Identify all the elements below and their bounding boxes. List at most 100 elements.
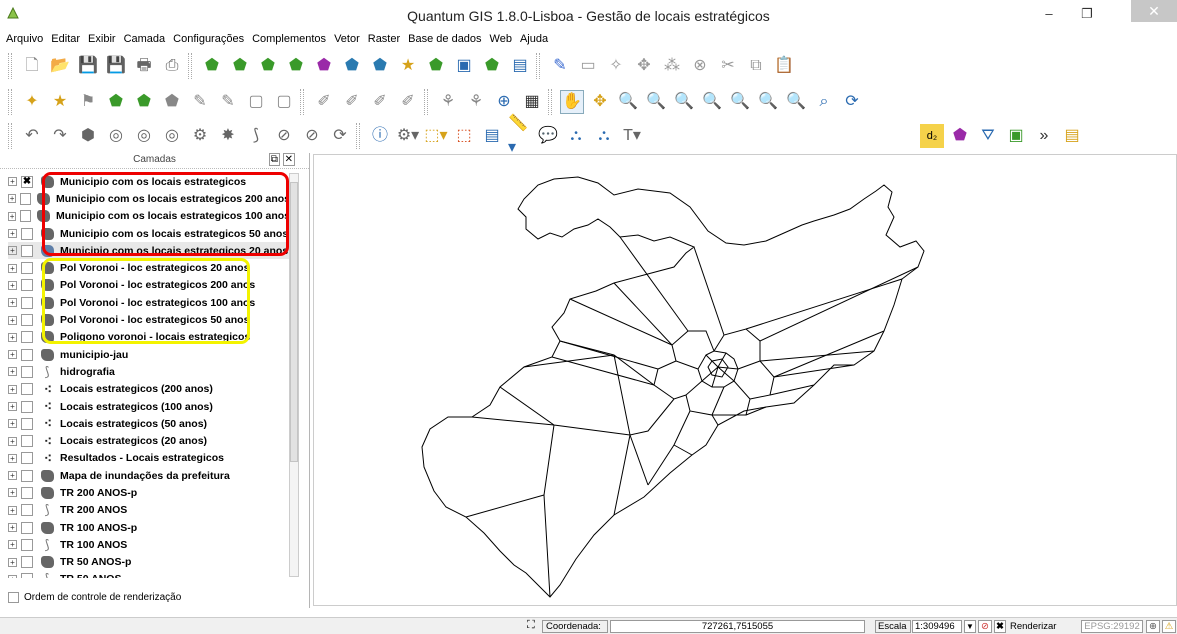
paste-features-icon[interactable]: 📋 [772,54,796,78]
run-action-icon[interactable]: ⚙▾ [396,124,420,148]
plugin-j-icon[interactable]: ▢ [272,90,296,114]
layer-item[interactable]: + ⟆ hidrografia [8,363,290,380]
layer-item[interactable]: + ⟆ TR 100 ANOS [8,536,290,553]
layer-visibility-checkbox[interactable] [21,452,33,465]
expand-layer-icon[interactable]: + [8,350,17,360]
layer-item[interactable]: + Mapa de inundações da prefeitura [8,467,290,484]
epsg-button[interactable]: EPSG:29192 [1081,620,1143,633]
d2-plugin-icon[interactable]: d₂ [920,124,944,148]
expand-layer-icon[interactable]: + [8,367,17,377]
layer-visibility-checkbox[interactable] [21,435,33,448]
new-shapefile-icon[interactable]: ▣ [452,54,476,78]
query-icon[interactable]: ⛛ [976,124,1000,148]
toolbar-handle[interactable] [356,123,360,149]
refresh-icon[interactable]: ⟳ [840,90,864,114]
add-part-icon[interactable]: ◎ [132,124,156,148]
scale-field[interactable]: 1:309496 [912,620,962,633]
scale-dropdown-icon[interactable]: ▼ [964,620,976,633]
warning-icon[interactable]: ⚠ [1162,620,1176,633]
map-tips-icon[interactable]: 💬 [536,124,560,148]
add-raster-layer-icon[interactable]: ⬟ [228,54,252,78]
zoom-actual-size-icon[interactable]: 🔍 [756,90,780,114]
messages-icon[interactable]: ⊕ [1146,620,1160,633]
menu-vetor[interactable]: Vetor [334,30,360,48]
layer-item[interactable]: + ⁖ Locais estrategicos (20 anos) [8,432,290,449]
plugin-e-icon[interactable]: ⬟ [132,90,156,114]
plugin-f-icon[interactable]: ⬟ [160,90,184,114]
new-spatialite-icon[interactable]: ⬟ [480,54,504,78]
menu-exibir[interactable]: Exibir [88,30,116,48]
layer-item[interactable]: + ⟆ TR 50 ANOS [8,571,290,578]
new-project-icon[interactable]: 🗋 [20,54,44,78]
layer-visibility-checkbox[interactable] [21,227,33,240]
expand-layer-icon[interactable]: + [8,332,17,342]
menu-raster[interactable]: Raster [368,30,400,48]
zoom-out-icon[interactable]: 🔍 [644,90,668,114]
save-as-icon[interactable]: 💾 [104,54,128,78]
expand-layer-icon[interactable]: + [8,488,17,498]
layer-item[interactable]: + TR 100 ANOS-p [8,519,290,536]
expand-layer-icon[interactable]: + [8,419,17,429]
expand-layer-icon[interactable]: + [8,315,17,325]
node-tool-icon[interactable]: ⁂ [660,54,684,78]
measure-icon[interactable]: 📏▾ [508,115,532,156]
cut-features-icon[interactable]: ✂ [716,54,740,78]
add-vector-layer-icon[interactable]: ⬟ [200,54,224,78]
layers-scrollbar[interactable] [289,173,299,577]
toolbar-handle[interactable] [8,123,12,149]
toolbar-handle[interactable] [424,89,428,115]
minimize-button[interactable]: ‒ [1039,4,1059,24]
add-wcs-layer-icon[interactable]: ⬟ [368,54,392,78]
globe-icon[interactable]: ⊕ [492,90,516,114]
raster-calc-icon[interactable]: ▦ [520,90,544,114]
add-postgis-layer-icon[interactable]: ⬟ [256,54,280,78]
layer-item[interactable]: + ⁖ Resultados - Locais estrategicos [8,450,290,467]
menu-camada[interactable]: Camada [124,30,166,48]
add-delimited-layer-icon[interactable]: ⬟ [424,54,448,78]
layer-visibility-checkbox[interactable] [21,486,33,499]
plugin-b-icon[interactable]: ★ [48,90,72,114]
expand-layer-icon[interactable]: + [8,453,17,463]
render-order-checkbox[interactable] [8,592,19,603]
add-spatialite-layer-icon[interactable]: ⬟ [284,54,308,78]
toggle-editing-icon[interactable]: ✎ [548,54,572,78]
move-feature-icon[interactable]: ✥ [632,54,656,78]
expand-layer-icon[interactable]: + [8,471,17,481]
close-button[interactable]: ✕ [1131,0,1177,22]
layer-visibility-checkbox[interactable] [21,538,33,551]
render-checkbox[interactable]: ✖ [994,620,1006,633]
layer-visibility-checkbox[interactable] [21,521,33,534]
deselect-icon[interactable]: ⬚ [452,124,476,148]
label-tool-icon[interactable]: ✐ [312,90,336,114]
toolbar-handle[interactable] [8,89,12,115]
add-wms-layer-icon[interactable]: ⬟ [340,54,364,78]
zoom-full-icon[interactable]: 🔍 [672,90,696,114]
layer-visibility-checkbox[interactable] [21,504,33,517]
layer-visibility-checkbox[interactable] [21,365,33,378]
zoom-next-icon[interactable]: ⌕ [812,90,836,114]
menu-editar[interactable]: Editar [51,30,80,48]
plugin-yellow-icon[interactable]: ▤ [1060,124,1084,148]
coordinate-toggle-icon[interactable]: ⛶ [527,619,535,632]
layer-item[interactable]: + TR 50 ANOS-p [8,554,290,571]
coordinate-field[interactable]: 727261,7515055 [610,620,865,633]
copy-features-icon[interactable]: ⧉ [744,54,768,78]
expand-layer-icon[interactable]: + [8,384,17,394]
float-panel-icon[interactable]: ⧉ [268,153,280,166]
stop-render-icon[interactable]: ⊘ [978,620,992,633]
zoom-to-layer-icon[interactable]: 🔍 [728,90,752,114]
menu-ajuda[interactable]: Ajuda [520,30,548,48]
layer-item[interactable]: + TR 200 ANOS-p [8,484,290,501]
plugin-d-icon[interactable]: ⬟ [104,90,128,114]
plugin-g-icon[interactable]: ✎ [188,90,212,114]
layer-item[interactable]: + municipio-jau [8,346,290,363]
layer-visibility-checkbox[interactable] [21,314,33,327]
expand-layer-icon[interactable]: + [8,557,17,567]
grass-icon[interactable]: ▣ [1004,124,1028,148]
expand-layer-icon[interactable]: + [8,211,17,221]
select-features-icon[interactable]: ⬚▾ [424,124,448,148]
digitize-b-icon[interactable]: ⚘ [464,90,488,114]
delete-ring-icon[interactable]: ◎ [160,124,184,148]
layer-visibility-checkbox[interactable] [21,469,33,482]
plugin-a-icon[interactable]: ✦ [20,90,44,114]
